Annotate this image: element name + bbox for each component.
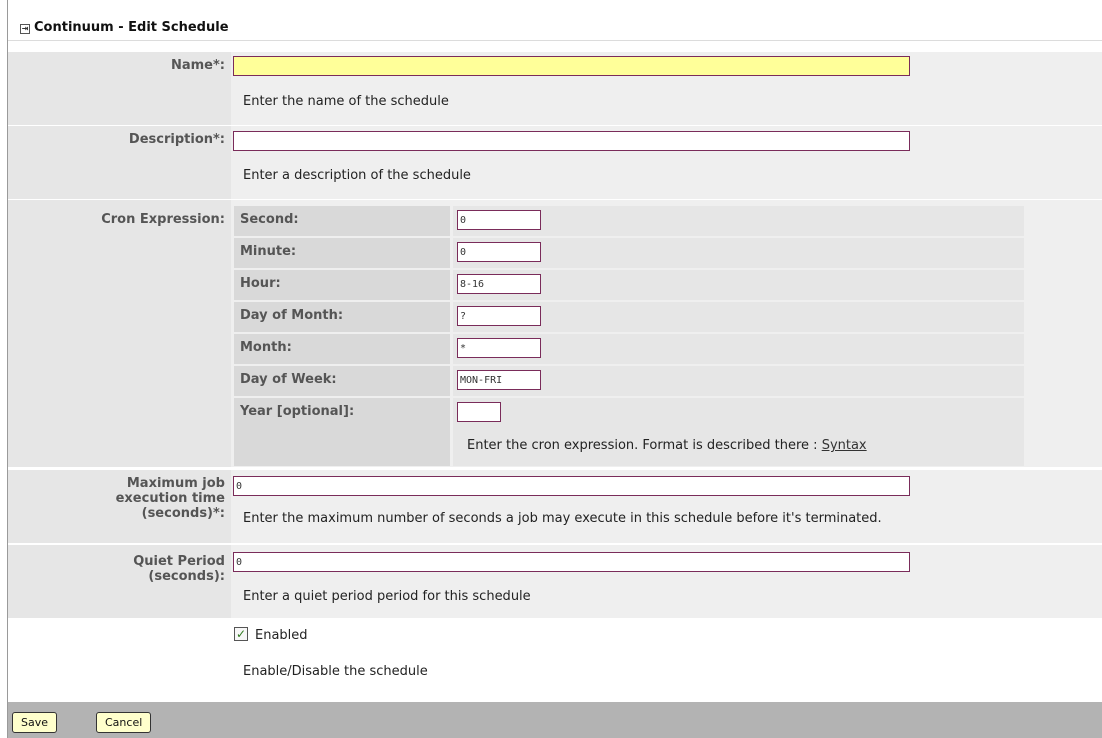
cron-help-text: Enter the cron expression. Format is des…: [467, 438, 818, 453]
description-row: Description*: Enter a description of the…: [8, 126, 1102, 200]
enabled-checkbox[interactable]: ✓: [234, 627, 248, 641]
cancel-button[interactable]: Cancel: [96, 712, 152, 733]
cron-year-input[interactable]: [457, 402, 501, 422]
cron-help: Enter the cron expression. Format is des…: [467, 438, 867, 453]
max-exec-row: Maximum job execution time (seconds)*: E…: [8, 470, 1102, 544]
quiet-period-label-line1: Quiet Period: [133, 554, 225, 569]
cron-label: Cron Expression:: [8, 200, 231, 467]
description-help: Enter a description of the schedule: [243, 168, 471, 183]
enabled-help: Enable/Disable the schedule: [243, 664, 428, 679]
quiet-period-label: Quiet Period (seconds):: [8, 545, 231, 618]
description-cell: Enter a description of the schedule: [231, 126, 1102, 199]
cron-hour-label: Hour:: [234, 270, 450, 300]
cron-hour-input[interactable]: [457, 274, 541, 294]
quiet-period-label-line2: (seconds):: [148, 569, 225, 584]
cron-day-of-month-input[interactable]: [457, 306, 541, 326]
cron-second-label: Second:: [234, 206, 450, 236]
cron-minute-row: Minute:: [234, 238, 1024, 268]
cron-day-of-month-label: Day of Month:: [234, 302, 450, 332]
name-help: Enter the name of the schedule: [243, 94, 449, 109]
cron-day-of-week-row: Day of Week:: [234, 366, 1024, 396]
enabled-cell: ✓ Enabled Enable/Disable the schedule: [231, 620, 1102, 699]
cron-hour-row: Hour:: [234, 270, 1024, 300]
page-title: Continuum - Edit Schedule: [34, 20, 229, 35]
cron-year-row: Year [optional]: Enter the cron expressi…: [234, 398, 1024, 466]
max-exec-label: Maximum job execution time (seconds)*:: [8, 470, 231, 543]
max-exec-cell: Enter the maximum number of seconds a jo…: [231, 470, 1102, 543]
name-input[interactable]: [233, 56, 910, 76]
max-exec-label-line2: execution time: [115, 491, 225, 506]
enabled-label: Enabled: [255, 628, 308, 643]
quiet-period-cell: Enter a quiet period period for this sch…: [231, 545, 1102, 618]
name-row: Name*: Enter the name of the schedule: [8, 52, 1102, 126]
cron-day-of-month-row: Day of Month:: [234, 302, 1024, 332]
name-cell: Enter the name of the schedule: [231, 52, 1102, 125]
cron-month-label: Month:: [234, 334, 450, 364]
cron-row: Cron Expression: Second: Minute: Hour: D…: [8, 200, 1102, 468]
name-label: Name*:: [8, 52, 231, 125]
cron-day-of-week-input[interactable]: [457, 370, 541, 390]
cron-second-input[interactable]: [457, 210, 541, 230]
description-label: Description*:: [8, 126, 231, 199]
cron-day-of-week-label: Day of Week:: [234, 366, 450, 396]
cron-second-row: Second:: [234, 206, 1024, 236]
button-bar: Save Cancel: [8, 702, 1102, 738]
quiet-period-help: Enter a quiet period period for this sch…: [243, 589, 531, 604]
checkmark-icon: ✓: [235, 627, 247, 641]
enabled-row: ✓ Enabled Enable/Disable the schedule: [8, 620, 1102, 700]
description-input[interactable]: [233, 131, 910, 151]
cron-month-input[interactable]: [457, 338, 541, 358]
max-exec-input[interactable]: [233, 476, 910, 496]
save-button[interactable]: Save: [12, 712, 58, 733]
panel-header: ⇥ Continuum - Edit Schedule: [8, 0, 1102, 41]
collapse-arrow-icon[interactable]: ⇥: [20, 24, 30, 34]
syntax-link[interactable]: Syntax: [822, 438, 867, 453]
max-exec-label-line1: Maximum job: [126, 476, 225, 491]
cron-year-label: Year [optional]:: [234, 398, 450, 466]
quiet-period-input[interactable]: [233, 552, 910, 572]
cron-month-row: Month:: [234, 334, 1024, 364]
cron-cell: Second: Minute: Hour: Day of Month: Mont…: [231, 200, 1102, 467]
quiet-period-row: Quiet Period (seconds): Enter a quiet pe…: [8, 545, 1102, 619]
cron-minute-label: Minute:: [234, 238, 450, 268]
max-exec-label-line3: (seconds)*:: [141, 506, 225, 521]
edit-schedule-panel: ⇥ Continuum - Edit Schedule Name*: Enter…: [7, 0, 1102, 738]
max-exec-help: Enter the maximum number of seconds a jo…: [243, 511, 882, 526]
enabled-label-cell: [8, 620, 231, 699]
cron-minute-input[interactable]: [457, 242, 541, 262]
